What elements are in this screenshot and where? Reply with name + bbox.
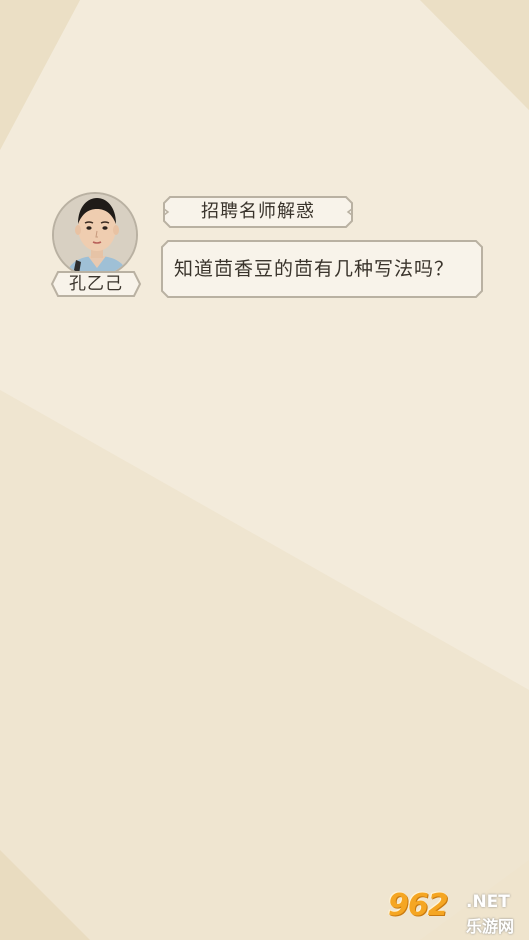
dialog-title-tag: 招聘名师解惑 [162, 195, 354, 229]
portrait-icon [52, 192, 138, 278]
watermark-net: .NET [466, 892, 510, 912]
dialog-bubble[interactable]: 知道茴香豆的茴有几种写法吗？ [160, 239, 484, 299]
site-watermark: 962 .NET 乐游网 [388, 888, 526, 936]
character-avatar[interactable] [52, 192, 140, 278]
dialog-title: 招聘名师解惑 [201, 201, 315, 222]
watermark-logo: 962 [388, 888, 449, 923]
watermark-subtitle: 乐游网 [466, 917, 515, 936]
character-name-tag: 孔乙己 [50, 270, 142, 298]
character-name: 孔乙己 [69, 274, 123, 294]
background [0, 0, 529, 940]
dialog-question: 知道茴香豆的茴有几种写法吗？ [174, 258, 455, 280]
